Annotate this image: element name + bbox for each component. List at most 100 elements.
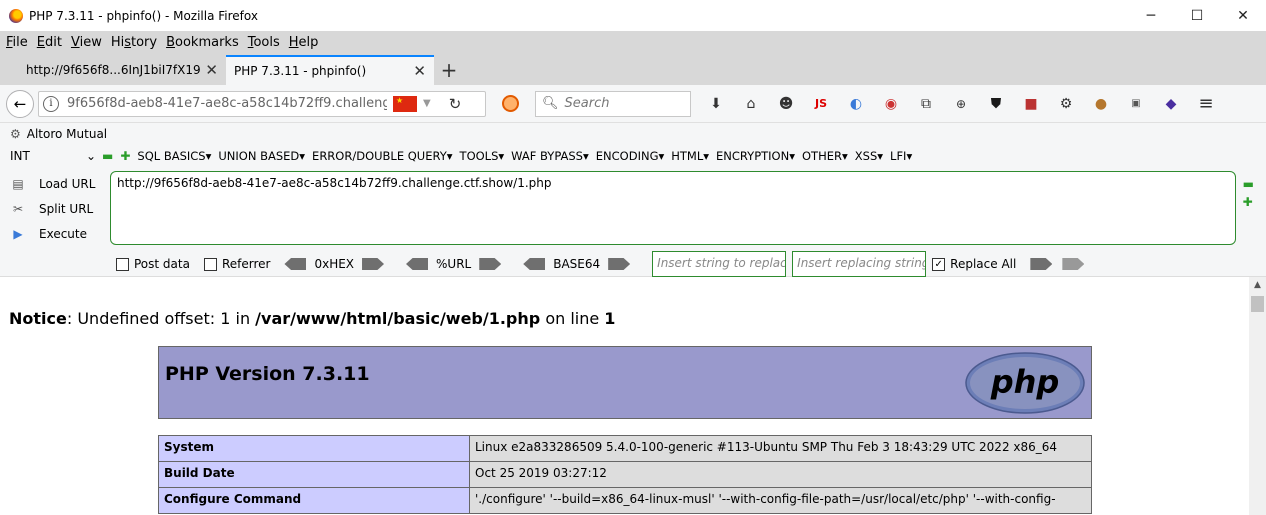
close-tab-icon[interactable]: ✕	[205, 61, 218, 79]
cookie-icon[interactable]: ●	[1090, 93, 1112, 115]
search-input[interactable]: 🔍︎ Search	[535, 90, 691, 117]
arrow-left-icon[interactable]	[284, 258, 307, 270]
int-select[interactable]: INT ⌄	[10, 149, 96, 163]
tab-phpinfo[interactable]: PHP 7.3.11 - phpinfo() ✕	[226, 55, 434, 85]
url-bar[interactable]: i 9f656f8d-aeb8-41e7-ae8c-a58c14b72ff9.c…	[38, 90, 486, 117]
row-value: Linux e2a833286509 5.4.0-100-generic #11…	[469, 435, 1092, 462]
close-tab-icon[interactable]: ✕	[413, 62, 426, 80]
diamond-icon[interactable]: ◆	[1160, 93, 1182, 115]
hackbar-url-textarea[interactable]: http://9f656f8d-aeb8-41e7-ae8c-a58c14b72…	[110, 171, 1236, 245]
hex-encode-button[interactable]: 0xHEX	[284, 257, 385, 271]
js-icon[interactable]: JS	[810, 93, 832, 115]
plus-icon[interactable]: ✚	[1243, 193, 1254, 211]
execute-button[interactable]: ▶ Execute	[10, 221, 95, 246]
load-url-icon: ▤	[12, 176, 24, 191]
hackbar-menu-other[interactable]: OTHER▾	[802, 149, 848, 163]
url-encode-button[interactable]: %URL	[406, 257, 502, 271]
tab-bar: http://9f656f8...6InJ1biI7fX19 ✕ PHP 7.3…	[0, 53, 1266, 85]
php-logo-icon: php	[965, 351, 1085, 414]
base64-label: BASE64	[553, 257, 601, 271]
scroll-up-icon[interactable]: ▲	[1249, 277, 1266, 294]
color-icon[interactable]: ◐	[845, 93, 867, 115]
addon-orange-icon[interactable]	[502, 95, 519, 112]
post-data-checkbox[interactable]: Post data	[116, 257, 190, 271]
close-window-button[interactable]: ✕	[1220, 0, 1266, 31]
minus-icon[interactable]: ▬	[102, 149, 113, 163]
dropdown-arrow-icon[interactable]: ▼	[423, 98, 431, 109]
hackbar-menu-tools[interactable]: TOOLS▾	[460, 149, 505, 163]
hackbar-menu-xss[interactable]: XSS▾	[855, 149, 883, 163]
new-tab-button[interactable]: +	[434, 55, 464, 85]
split-url-button[interactable]: ✂ Split URL	[10, 196, 95, 221]
menu-bookmarks[interactable]: Bookmarks	[166, 35, 239, 50]
menu-view[interactable]: View	[71, 35, 102, 50]
replace-with-input[interactable]: Insert replacing string	[792, 251, 927, 277]
url-text[interactable]: 9f656f8d-aeb8-41e7-ae8c-a58c14b72ff9.cha…	[67, 96, 387, 111]
bookmark-altoro-mutual[interactable]: Altoro Mutual	[27, 127, 107, 141]
checkbox-checked[interactable]: ✓	[932, 257, 946, 271]
minimize-button[interactable]: ─	[1128, 0, 1174, 31]
svg-text:php: php	[990, 363, 1060, 401]
maximize-button[interactable]: ☐	[1174, 0, 1220, 31]
checkbox[interactable]	[203, 257, 217, 271]
menu-file[interactable]: File	[6, 35, 28, 50]
arrow-right-icon[interactable]	[608, 258, 631, 270]
table-row: Build Date Oct 25 2019 03:27:12	[158, 461, 1092, 488]
row-value: Oct 25 2019 03:27:12	[469, 461, 1092, 488]
hamburger-menu-icon[interactable]: ≡	[1195, 93, 1217, 115]
hackbar-menu-encryption[interactable]: ENCRYPTION▾	[716, 149, 795, 163]
scroll-thumb[interactable]	[1251, 296, 1264, 312]
notice-text: : Undefined offset: 1 in	[66, 309, 256, 328]
replace-all-checkbox[interactable]: ✓ Replace All	[932, 257, 1016, 271]
replace-search-input[interactable]: Insert string to replace	[652, 251, 787, 277]
gear-icon[interactable]: ⚙	[1055, 93, 1077, 115]
referrer-label: Referrer	[221, 257, 271, 271]
tab-ctf-url[interactable]: http://9f656f8...6InJ1biI7fX19 ✕	[18, 55, 226, 85]
bookmarks-toolbar: ⚙ Altoro Mutual	[0, 123, 1266, 145]
arrow-right-icon[interactable]	[479, 258, 502, 270]
screenshot-icon[interactable]: ⧉	[915, 93, 937, 115]
hackbar-menu-waf-bypass[interactable]: WAF BYPASS▾	[511, 149, 589, 163]
hex-label: 0xHEX	[314, 257, 355, 271]
menu-history[interactable]: History	[111, 35, 157, 50]
vertical-scrollbar[interactable]: ▲	[1249, 277, 1266, 515]
hackbar-menu-union-based[interactable]: UNION BASED▾	[218, 149, 305, 163]
load-url-label: Load URL	[39, 176, 96, 191]
arrow-left-icon[interactable]	[523, 258, 546, 270]
arrow-right-outline-icon[interactable]	[1062, 258, 1085, 270]
hackbar-menu-encoding[interactable]: ENCODING▾	[596, 149, 664, 163]
off-icon[interactable]: ▣	[1125, 93, 1147, 115]
zoom-icon[interactable]: ⊕	[950, 93, 972, 115]
face-icon[interactable]: ☻	[775, 93, 797, 115]
menu-edit[interactable]: Edit	[37, 35, 62, 50]
minus-icon[interactable]: ▬	[1243, 175, 1254, 193]
chevron-down-icon: ⌄	[85, 149, 96, 163]
base64-button[interactable]: BASE64	[523, 257, 631, 271]
arrow-right-icon[interactable]	[362, 258, 385, 270]
table-row: Configure Command './configure' '--build=…	[158, 487, 1092, 514]
navigation-bar: ← i 9f656f8d-aeb8-41e7-ae8c-a58c14b72ff9…	[0, 85, 1266, 123]
reload-button[interactable]: ↻	[449, 95, 462, 113]
site-info-icon[interactable]: i	[43, 95, 59, 112]
hackbar-menu-sql-basics[interactable]: SQL BASICS▾	[137, 149, 211, 163]
home-icon[interactable]: ⌂	[740, 93, 762, 115]
row-value: './configure' '--build=x86_64-linux-musl…	[469, 487, 1092, 514]
download-icon[interactable]: ⬇	[705, 93, 727, 115]
red-icon[interactable]: ◉	[880, 93, 902, 115]
arrow-left-icon[interactable]	[406, 258, 429, 270]
menu-bar: File Edit View History Bookmarks Tools Help	[0, 31, 1266, 53]
plus-icon[interactable]: ✚	[120, 149, 130, 163]
shield-icon[interactable]: ⛊	[985, 93, 1007, 115]
load-url-button[interactable]: ▤ Load URL	[10, 171, 95, 196]
url-encode-label: %URL	[436, 257, 472, 271]
hackbar-menu-lfi[interactable]: LFI▾	[890, 149, 912, 163]
back-button[interactable]: ←	[6, 89, 34, 118]
referrer-checkbox[interactable]: Referrer	[203, 257, 271, 271]
arrow-right-icon[interactable]	[1030, 258, 1053, 270]
hackbar-menu-html[interactable]: HTML▾	[671, 149, 709, 163]
hackbar-menu-error-double-query[interactable]: ERROR/DOUBLE QUERY▾	[312, 149, 453, 163]
n-icon[interactable]: ■	[1020, 93, 1042, 115]
checkbox[interactable]	[116, 257, 129, 271]
menu-help[interactable]: Help	[289, 35, 319, 50]
menu-tools[interactable]: Tools	[248, 35, 280, 50]
